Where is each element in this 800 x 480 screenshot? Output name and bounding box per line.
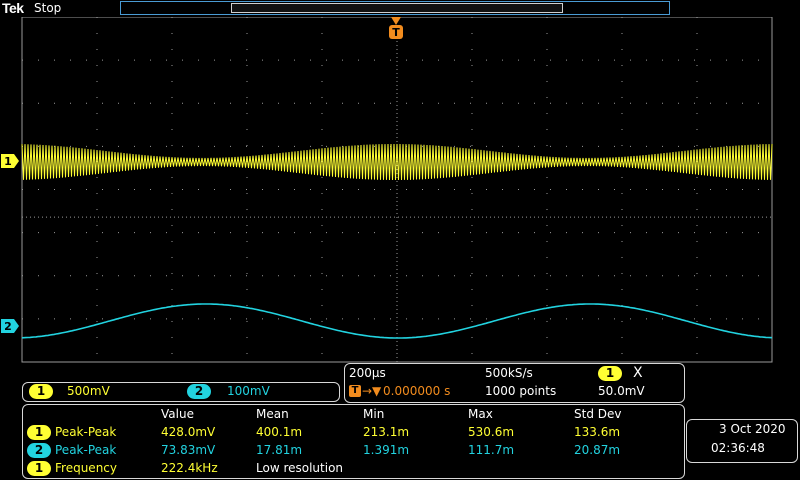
svg-text:T: T — [392, 26, 400, 39]
measurement-row-3-note: Low resolution — [256, 461, 344, 475]
channel-2-scale[interactable]: 100mV — [227, 384, 270, 398]
measurement-row-2-min: 1.391m — [363, 443, 410, 457]
date-text: 3 Oct 2020 — [719, 422, 786, 436]
channel-scale-panel: 1 500mV 2 100mV — [22, 382, 340, 402]
svg-text:2: 2 — [4, 320, 12, 333]
trigger-position-marker[interactable]: T — [389, 25, 403, 39]
measurement-row-2-value: 73.83mV — [161, 443, 216, 457]
acquisition-status[interactable]: Stop — [34, 1, 61, 15]
trigger-arrow-icon: →▼ — [362, 384, 382, 398]
measurement-row-1-min: 213.1m — [363, 425, 410, 439]
horizontal-scale[interactable]: 200µs — [349, 366, 386, 380]
channel-2-badge[interactable]: 2 — [187, 384, 211, 399]
measurement-row-1-max: 530.6m — [468, 425, 515, 439]
measurement-row-1-stddev: 133.6m — [574, 425, 621, 439]
waveform-display[interactable]: T 1 2 — [0, 17, 800, 365]
trigger-time-icon — [391, 17, 401, 25]
channel-1-badge[interactable]: 1 — [29, 384, 53, 399]
measurement-row-3-name[interactable]: Frequency — [55, 461, 117, 475]
measurement-row-2-stddev: 20.87m — [574, 443, 621, 457]
measurement-header-max: Max — [468, 407, 493, 421]
channel-1-scale[interactable]: 500mV — [67, 384, 110, 398]
trigger-source-badge[interactable]: 1 — [598, 366, 622, 381]
measurement-row-1-channel[interactable]: 1 — [27, 425, 51, 440]
record-overview-window[interactable] — [231, 3, 563, 13]
svg-text:1: 1 — [4, 155, 12, 168]
measurement-row-2-name[interactable]: Peak-Peak — [55, 443, 116, 457]
measurement-header-stddev: Std Dev — [574, 407, 622, 421]
record-length[interactable]: 1000 points — [485, 384, 556, 398]
date-time-display[interactable]: 3 Oct 2020 02:36:48 — [686, 419, 798, 463]
measurement-header-value: Value — [161, 407, 194, 421]
trigger-level[interactable]: 50.0mV — [598, 384, 645, 398]
measurement-row-1-value: 428.0mV — [161, 425, 216, 439]
graticule — [21, 17, 773, 363]
measurement-row-1-mean: 400.1m — [256, 425, 303, 439]
channel-2-marker[interactable]: 2 — [1, 319, 19, 333]
time-text: 02:36:48 — [711, 441, 765, 455]
measurement-row-2-mean: 17.81m — [256, 443, 303, 457]
measurement-panel: Value Mean Min Max Std Dev 1 Peak-Peak 4… — [22, 404, 685, 479]
timebase-trigger-panel: 200µs 500kS/s 1 X T →▼ 0.000000 s 1000 p… — [344, 363, 685, 403]
brand-logo: Tek — [2, 0, 24, 16]
horizontal-position[interactable]: 0.000000 s — [383, 384, 450, 398]
measurement-header-mean: Mean — [256, 407, 289, 421]
measurement-header-min: Min — [363, 407, 385, 421]
sample-rate: 500kS/s — [485, 366, 533, 380]
trigger-slope-icon: X — [633, 365, 643, 381]
measurement-row-3-channel[interactable]: 1 — [27, 461, 51, 476]
channel-1-marker[interactable]: 1 — [1, 154, 19, 168]
measurement-row-2-max: 111.7m — [468, 443, 515, 457]
measurement-row-1-name[interactable]: Peak-Peak — [55, 425, 116, 439]
measurement-row-2-channel[interactable]: 2 — [27, 443, 51, 458]
measurement-row-3-value: 222.4kHz — [161, 461, 218, 475]
trigger-time-icon: T — [349, 385, 361, 397]
